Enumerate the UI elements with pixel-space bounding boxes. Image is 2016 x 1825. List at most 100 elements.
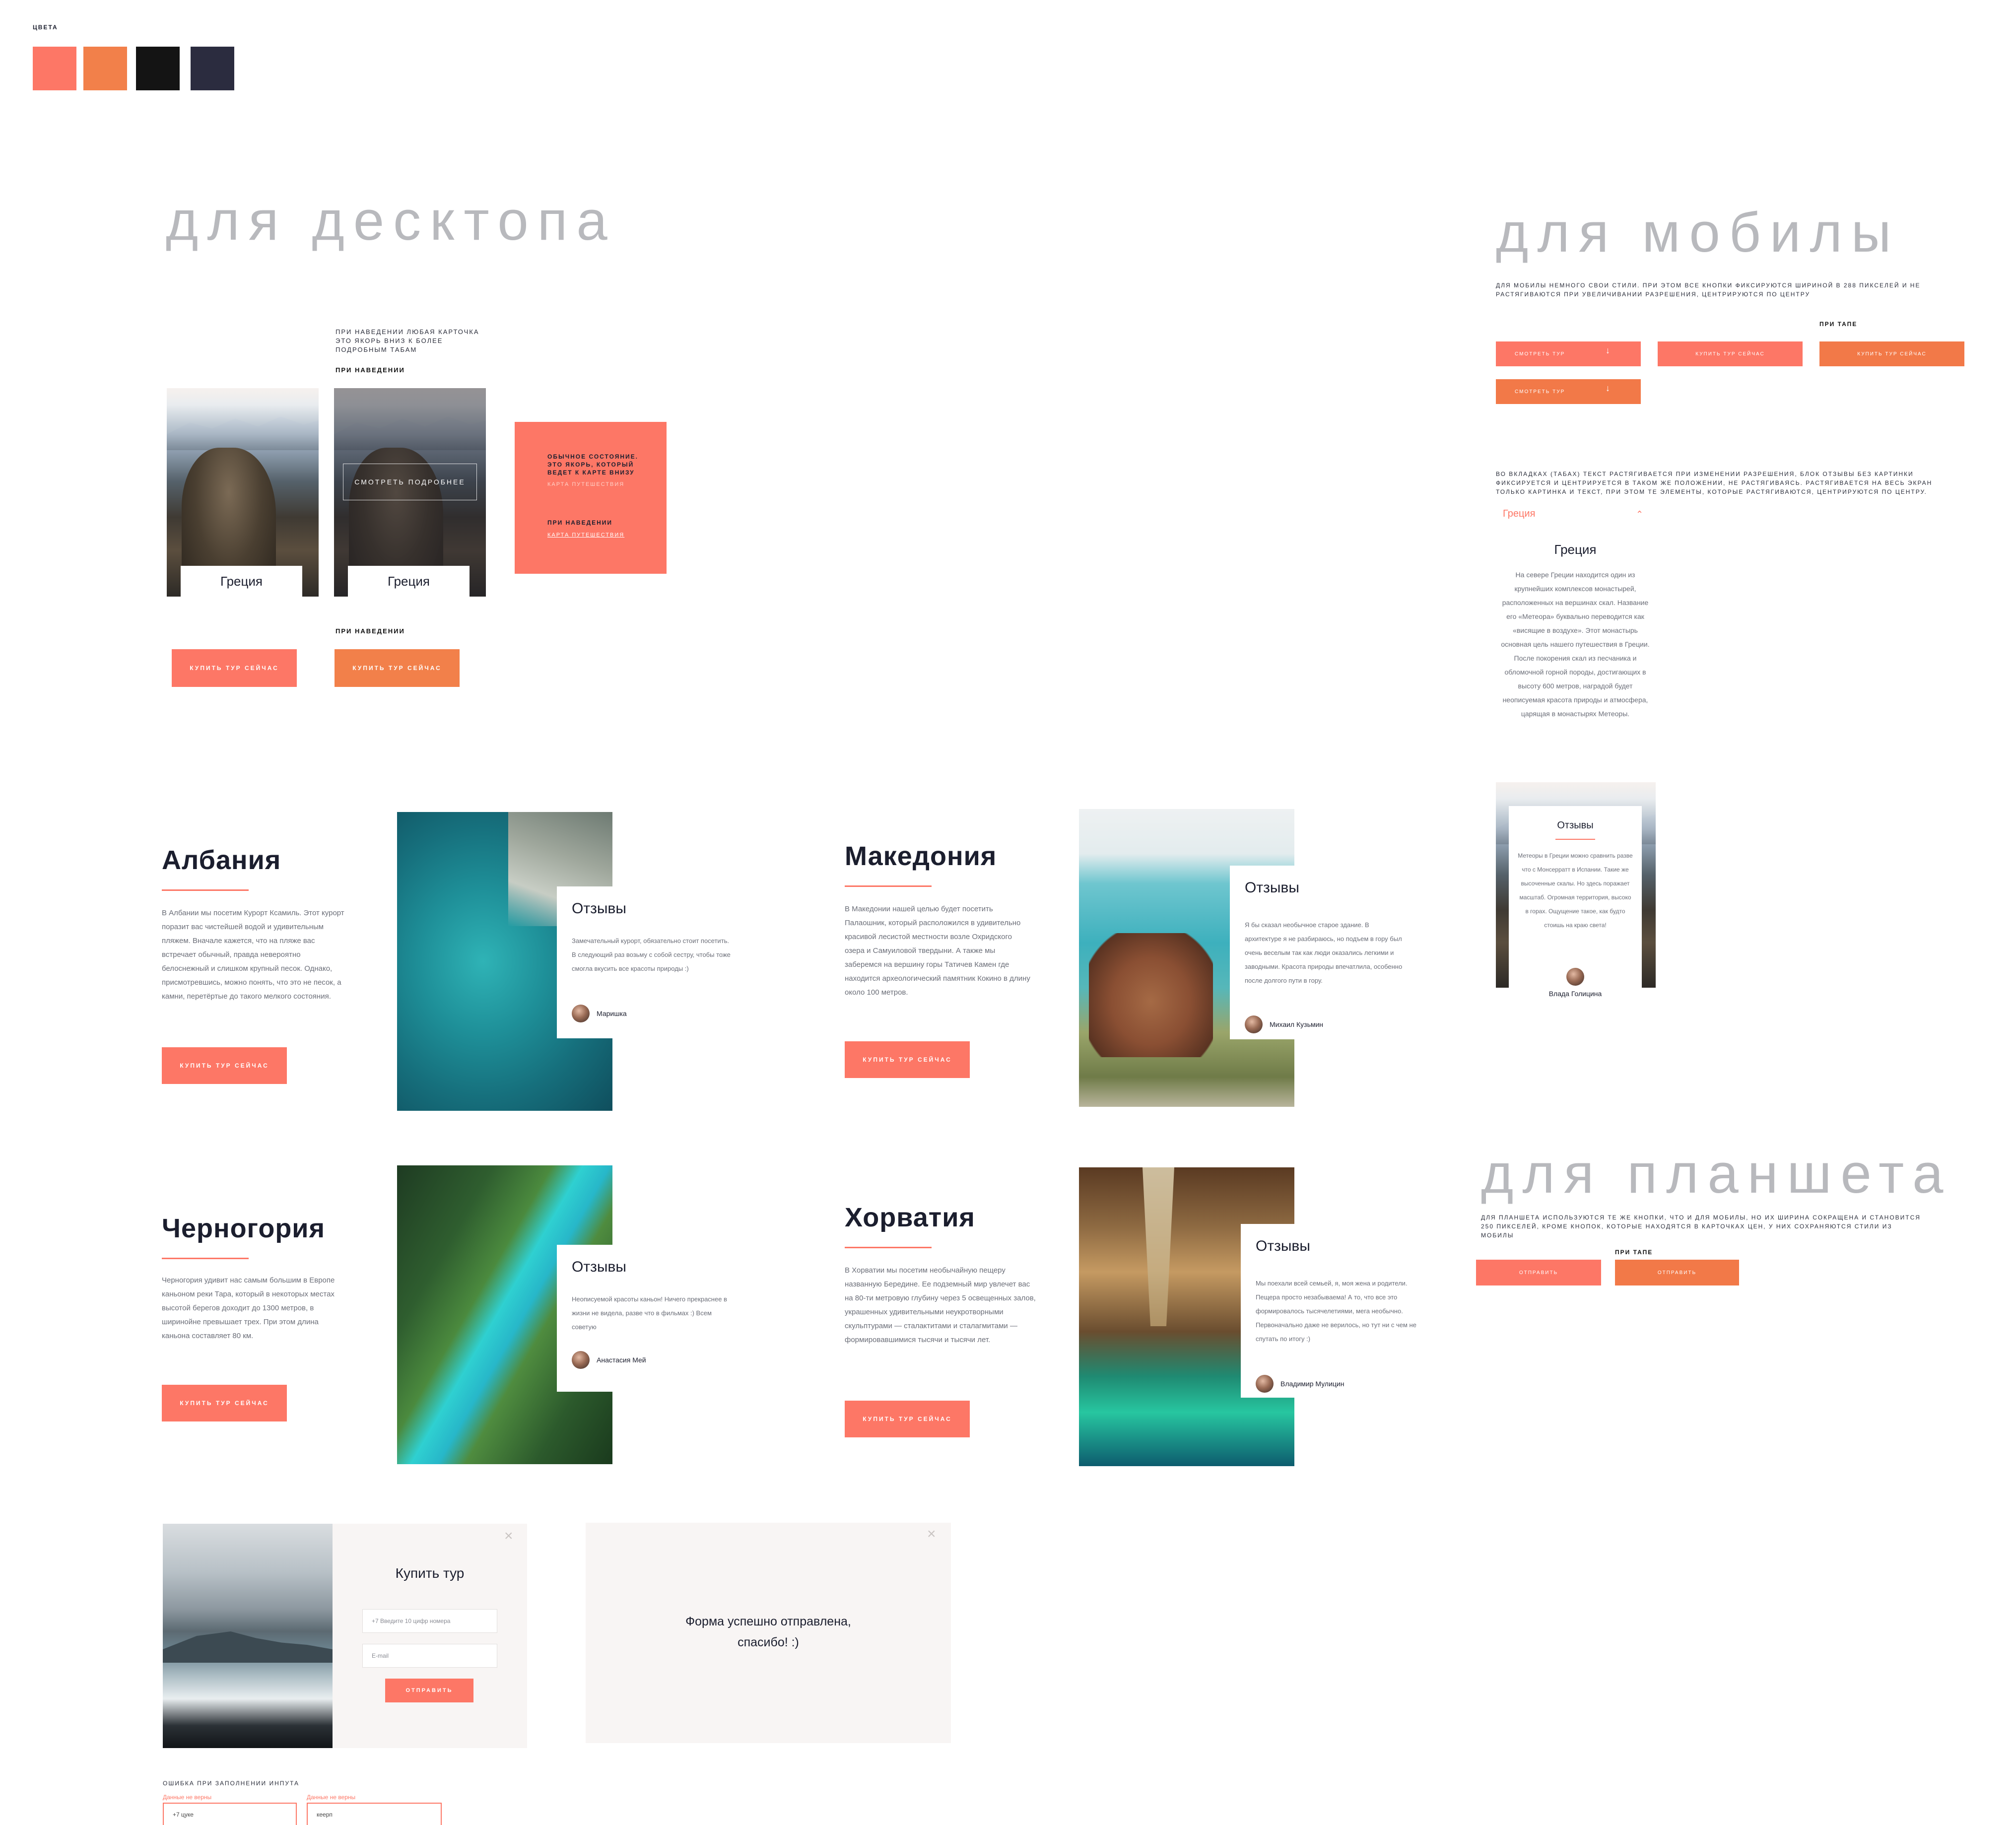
greece-card[interactable]: Греция [167,388,319,597]
tablet-section-title: для планшета [1481,1143,1952,1205]
reviewer: Маришка [572,1005,627,1022]
desktop-section-title: для десктопа [166,190,616,252]
country-text-montenegro: Черногория удивит нас самым большим в Ев… [162,1276,335,1340]
review-card-macedonia: Отзывы Я бы сказал необычное старое здан… [1230,866,1411,1039]
review-text: Метеоры в Греции можно сравнить разве чт… [1518,852,1633,929]
review-title: Отзывы [1557,820,1594,831]
mobile-tabs-note: во вкладках (табах) текст растягивается … [1496,471,1933,495]
buy-tour-button-montenegro[interactable]: купить тур сейчас [162,1385,287,1421]
hill-image [163,1631,333,1663]
review-title: Отзывы [572,900,626,917]
submit-button[interactable]: отправить [385,1679,473,1702]
title-underline [162,889,249,891]
country-title-albania: Албания [162,845,281,875]
country-title-macedonia: Македония [845,841,997,871]
reviewer-name: Влада Голицина [1548,990,1602,998]
reviewer-name: Анастасия Мей [597,1356,646,1364]
review-title: Отзывы [1256,1238,1310,1254]
review-card-montenegro: Отзывы Неописуемой красоты каньон! Ничег… [557,1245,738,1392]
reviewer: Владимир Мулицин [1256,1375,1344,1393]
review-title: Отзывы [572,1259,626,1275]
buy-tour-button-macedonia[interactable]: купить тур сейчас [845,1041,970,1078]
note-hover-card: при наведении любая карточка это якорь в… [336,328,479,353]
mobile-buy-tour-button[interactable]: купить тур сейчас [1658,341,1803,366]
tab-label-greece[interactable]: Греция [1503,508,1535,520]
tablet-send-button-tap[interactable]: отправить [1615,1260,1739,1285]
color-swatch-navy [191,47,234,90]
title-underline [162,1258,249,1259]
avatar [572,1351,590,1369]
avatar [1256,1375,1274,1393]
buy-tour-button-albania[interactable]: купить тур сейчас [162,1047,287,1084]
country-title-montenegro: Черногория [162,1214,326,1243]
country-title-croatia: Хорватия [845,1203,975,1232]
success-modal: × Форма успешно отправлена, спасибо! :) [586,1523,951,1743]
mobile-buttons-note: для мобилы немного свои стили. при этом … [1496,282,1921,298]
title-underline [1555,839,1595,840]
email-input-error[interactable]: кеерп [307,1803,442,1825]
avatar [1566,968,1584,986]
mobile-view-tour-button[interactable]: смотреть тур ↓ [1496,341,1641,366]
mobile-section-title: для мобилы [1496,202,1900,264]
title-underline [845,885,932,887]
review-card-albania: Отзывы Замечательный курорт, обязательно… [557,886,738,1038]
button-label: смотреть тур [1515,351,1565,357]
view-details-button[interactable]: смотреть подробнее [343,464,477,500]
tablet-note: для планшета используются те же кнопки, … [1481,1214,1921,1239]
review-text: Я бы сказал необычное старое здание. В а… [1245,921,1403,984]
reviewer-name: Михаил Кузьмин [1270,1020,1324,1028]
color-swatch-orange [83,47,127,90]
chevron-up-icon[interactable]: ⌃ [1636,509,1643,520]
modal-title: Купить тур [395,1565,465,1581]
map-card-normal-title: обычное состояние. это якорь, который ве… [547,453,639,476]
buy-tour-button[interactable]: купить тур сейчас [172,649,297,687]
mobile-view-tour-button-tap[interactable]: смотреть тур ↓ [1496,379,1641,404]
close-icon[interactable]: × [927,1526,936,1543]
mobile-note-tap: при тапе [1819,321,1858,328]
arrow-down-icon: ↓ [1606,383,1611,393]
color-swatch-coral [33,47,76,90]
mobile-buy-tour-button-tap[interactable]: купить тур сейчас [1819,341,1964,366]
map-card-normal-link[interactable]: карта путешествия [547,481,624,487]
map-card-hover-title: при наведении [547,519,613,526]
success-message: Форма успешно отправлена, спасибо! :) [685,1615,851,1649]
reviewer: Михаил Кузьмин [1245,1015,1323,1033]
tablet-send-button[interactable]: отправить [1476,1260,1601,1285]
phone-input[interactable]: +7 Введите 10 цифр номера [362,1609,497,1633]
buy-tour-button-hover[interactable]: купить тур сейчас [335,649,460,687]
tablet-note-tap: при тапе [1615,1249,1653,1256]
note-hover-button: при наведении [336,627,405,635]
error-label-2: Данные не верны [307,1794,356,1801]
mountain-image [167,416,319,450]
error-label-1: Данные не верны [163,1794,212,1801]
country-text-croatia: В Хорватии мы посетим необычайную пещеру… [845,1266,1036,1344]
tab-text: На севере Греции находится один из крупн… [1501,571,1650,718]
error-note: ошибка при заполнении инпута [163,1780,299,1787]
greece-card-label: Греция [348,566,470,597]
country-text-albania: В Албании мы посетим Курорт Ксамиль. Это… [162,909,344,1001]
map-card-hover-link[interactable]: карта путешествия [547,532,624,538]
review-card-croatia: Отзывы Мы поехали всей семьей, я, моя же… [1241,1224,1421,1398]
country-text-macedonia: В Македонии нашей целью будет посетить П… [845,905,1030,997]
phone-input-error[interactable]: +7 цуке [163,1803,297,1825]
modal-photo [163,1524,333,1748]
greece-card-label: Греция [181,566,302,597]
colors-label: цвета [33,24,58,31]
mobile-review-card: Отзывы Метеоры в Греции можно сравнить р… [1509,806,1642,1010]
review-text: Неописуемой красоты каньон! Ничего прекр… [572,1295,727,1331]
buy-tour-button-croatia[interactable]: купить тур сейчас [845,1401,970,1437]
reviewer: Анастасия Мей [572,1351,646,1369]
avatar [572,1005,590,1022]
note-hover: при наведении [336,366,405,374]
review-text: Замечательный курорт, обязательно стоит … [572,937,731,972]
close-icon[interactable]: × [504,1528,513,1545]
church-image [1089,933,1213,1057]
stalactite-image [1142,1167,1174,1326]
avatar [1245,1015,1263,1033]
tab-title: Греция [1554,542,1597,557]
map-anchor-card[interactable]: обычное состояние. это якорь, который ве… [515,422,667,574]
email-input[interactable]: E-mail [362,1644,497,1668]
greece-card-hover[interactable]: смотреть подробнее Греция [334,388,486,597]
button-label: смотреть тур [1515,389,1565,395]
arrow-down-icon: ↓ [1606,345,1611,355]
